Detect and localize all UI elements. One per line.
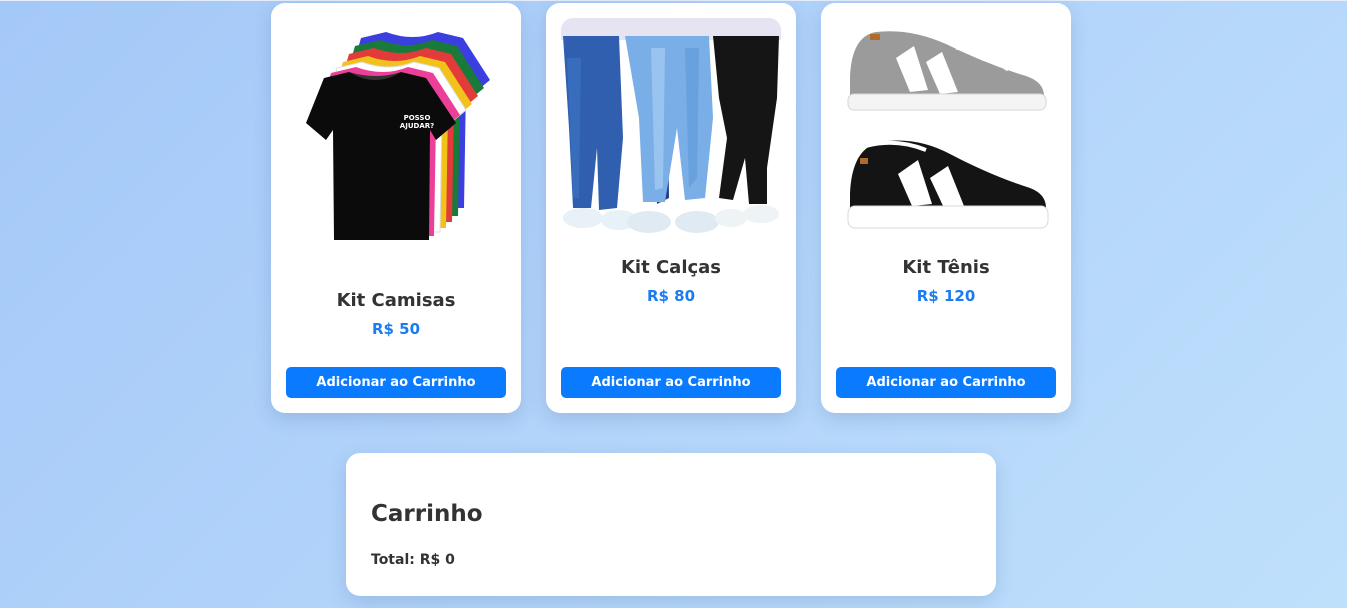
product-card-kit-calcas: Kit Calças R$ 80 Adicionar ao Carrinho bbox=[546, 3, 796, 413]
cart-title: Carrinho bbox=[371, 501, 483, 527]
tshirt-print-line-2: AJUDAR? bbox=[400, 122, 434, 130]
product-name: Kit Camisas bbox=[336, 290, 456, 311]
add-to-cart-button[interactable]: Adicionar ao Carrinho bbox=[836, 367, 1056, 398]
product-image bbox=[836, 18, 1056, 240]
product-price: R$ 80 bbox=[646, 287, 696, 305]
add-to-cart-button[interactable]: Adicionar ao Carrinho bbox=[286, 367, 506, 398]
product-card-kit-camisas: POSSO AJUDAR? Kit Camisas R$ 50 Adiciona… bbox=[271, 3, 521, 413]
product-price: R$ 120 bbox=[916, 287, 976, 305]
top-border bbox=[0, 0, 1347, 1]
product-image: POSSO AJUDAR? bbox=[286, 18, 506, 268]
product-card-kit-tenis: Kit Tênis R$ 120 Adicionar ao Carrinho bbox=[821, 3, 1071, 413]
add-to-cart-button[interactable]: Adicionar ao Carrinho bbox=[561, 367, 781, 398]
cart-total: Total: R$ 0 bbox=[371, 552, 455, 568]
tshirts-stack-image: POSSO AJUDAR? bbox=[306, 32, 490, 240]
jeans-image bbox=[561, 18, 781, 240]
product-image bbox=[561, 18, 781, 240]
cart-panel: Carrinho Total: R$ 0 bbox=[346, 453, 996, 596]
tshirt-print-line-1: POSSO bbox=[404, 114, 431, 122]
sneakers-image bbox=[836, 18, 1056, 240]
product-name: Kit Calças bbox=[620, 257, 722, 278]
product-price: R$ 50 bbox=[371, 320, 421, 338]
product-name: Kit Tênis bbox=[902, 257, 990, 278]
